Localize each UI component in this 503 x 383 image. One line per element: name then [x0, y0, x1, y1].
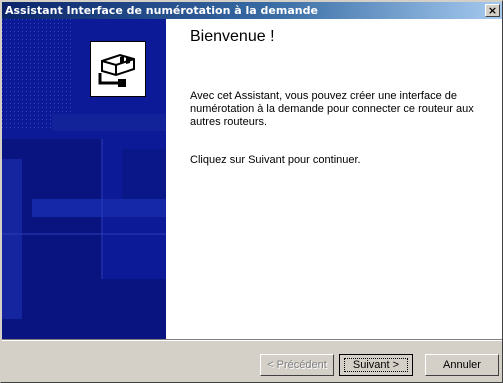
- title-bar[interactable]: Assistant Interface de numérotation à la…: [2, 2, 502, 19]
- close-button[interactable]: ×: [485, 4, 500, 17]
- cancel-button[interactable]: Annuler: [425, 354, 499, 376]
- wizard-side-panel: [2, 19, 166, 339]
- window-title: Assistant Interface de numérotation à la…: [5, 4, 318, 17]
- next-button-label: Suivant >: [352, 359, 400, 371]
- back-button[interactable]: < Précédent: [260, 354, 334, 376]
- network-connector-icon: [90, 41, 146, 97]
- back-button-label: < Précédent: [267, 359, 327, 371]
- cancel-button-label: Annuler: [443, 359, 481, 371]
- wizard-window: Assistant Interface de numérotation à la…: [0, 0, 503, 383]
- wizard-content: Bienvenue ! Avec cet Assistant, vous pou…: [166, 19, 502, 339]
- continue-instruction: Cliquez sur Suivant pour continuer.: [190, 154, 361, 166]
- next-button[interactable]: Suivant >: [339, 354, 413, 376]
- welcome-heading: Bienvenue !: [190, 28, 275, 45]
- intro-paragraph: Avec cet Assistant, vous pouvez créer un…: [190, 90, 474, 128]
- button-separator: [2, 339, 502, 341]
